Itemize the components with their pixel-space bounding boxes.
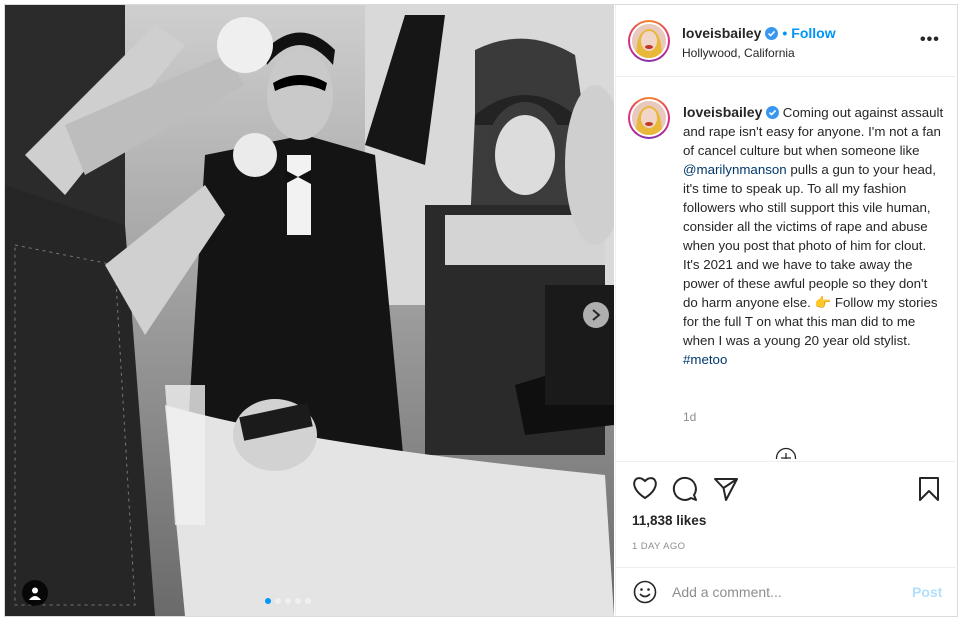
post-date[interactable]: 1 DAY AGO: [632, 541, 685, 552]
comment-icon[interactable]: [672, 476, 698, 502]
more-options-button[interactable]: •••: [920, 31, 940, 49]
heart-icon[interactable]: [632, 476, 658, 500]
separator-dot: •: [782, 25, 788, 41]
pointing-hand-emoji: 👉: [814, 295, 832, 310]
tagged-users-button[interactable]: [22, 580, 48, 606]
caption-body: pulls a gun to your head, it's time to s…: [683, 162, 936, 310]
verified-badge-icon: [766, 106, 780, 119]
hashtag-link[interactable]: #metoo: [683, 352, 727, 367]
caption-username[interactable]: loveisbailey: [683, 104, 762, 120]
avatar[interactable]: [628, 97, 670, 139]
likes-count[interactable]: 11,838 likes: [632, 513, 706, 528]
avatar[interactable]: [628, 20, 670, 62]
carousel-dot: [305, 598, 311, 604]
caption-time[interactable]: 1d: [683, 410, 696, 424]
profile-photo-image: [632, 101, 666, 135]
verified-badge-icon: [765, 26, 779, 40]
bookmark-icon[interactable]: [918, 476, 940, 502]
paper-plane-icon[interactable]: [713, 476, 739, 502]
profile-photo-image: [632, 24, 666, 58]
carousel-dot: [295, 598, 301, 604]
carousel-indicator: [265, 598, 311, 604]
plus-circle-icon: [775, 447, 797, 459]
post-author-username[interactable]: loveisbailey: [682, 25, 761, 41]
comment-bar: Post: [616, 567, 958, 616]
caption-section: loveisbailey Coming out against assault …: [616, 77, 958, 461]
follow-button[interactable]: Follow: [791, 25, 835, 41]
user-tag-icon: [29, 587, 41, 600]
post-side-panel: loveisbailey • Follow Hollywood, Califor…: [615, 5, 958, 616]
carousel-dot: [285, 598, 291, 604]
party-photo-image: [5, 5, 614, 616]
carousel-dot: [275, 598, 281, 604]
carousel-dot: [265, 598, 271, 604]
caption-text: loveisbailey Coming out against assault …: [683, 103, 945, 369]
load-more-comments-button[interactable]: [775, 447, 797, 459]
actions-section: 11,838 likes 1 DAY AGO: [616, 461, 958, 573]
mention-link[interactable]: @marilynmanson: [683, 162, 787, 177]
post-header: loveisbailey • Follow Hollywood, Califor…: [616, 5, 958, 77]
comment-input[interactable]: [672, 580, 892, 604]
carousel-next-button[interactable]: [583, 302, 609, 328]
chevron-right-icon: [592, 309, 601, 321]
smiley-icon[interactable]: [633, 580, 657, 604]
post-photo[interactable]: [5, 5, 614, 616]
post-comment-button[interactable]: Post: [912, 584, 942, 600]
post-location[interactable]: Hollywood, California: [682, 46, 795, 60]
